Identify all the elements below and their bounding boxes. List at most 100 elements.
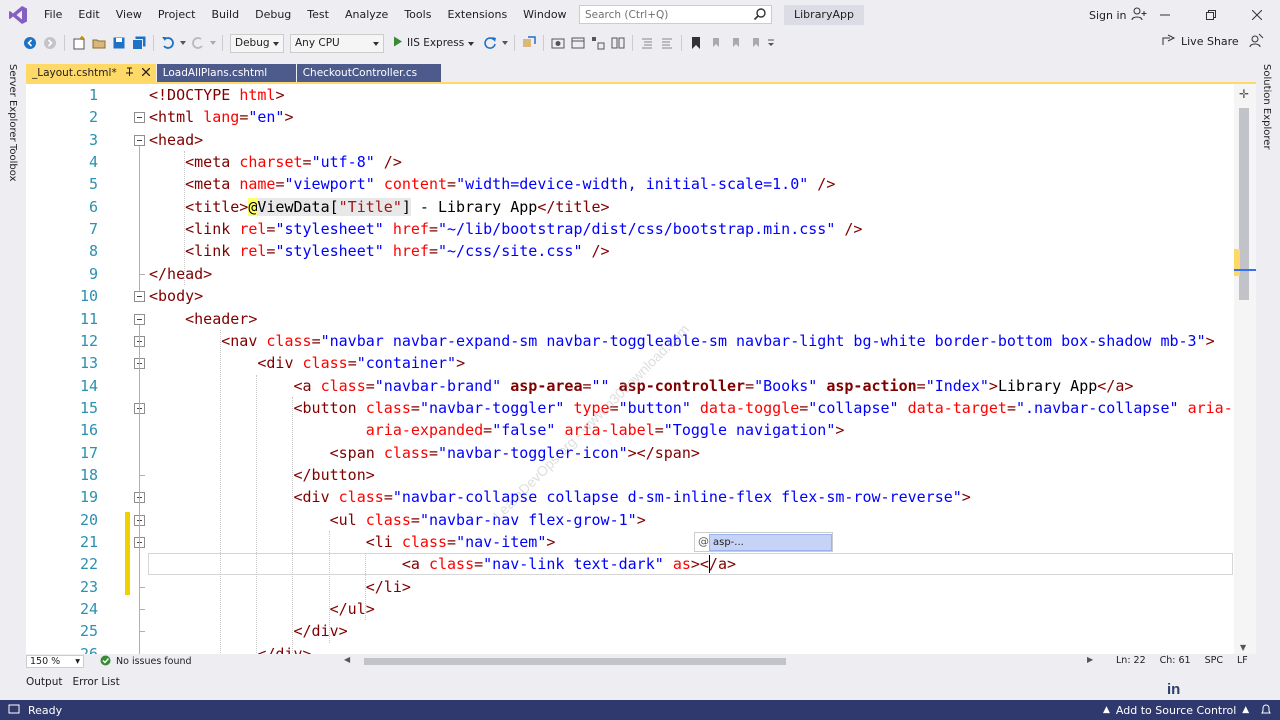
- add-to-source-control-button[interactable]: ▲ Add to Source Control ▲: [1103, 700, 1249, 720]
- tab-loadallplans-cshtml[interactable]: LoadAllPlans.cshtml: [156, 64, 296, 82]
- pin-icon[interactable]: [125, 64, 134, 82]
- collapse-region-icon[interactable]: [134, 112, 145, 124]
- code-line[interactable]: <ul class="navbar-nav flex-grow-1">: [149, 509, 646, 531]
- scroll-down-icon[interactable]: ▼: [1240, 643, 1246, 652]
- visual-studio-logo-icon[interactable]: [0, 0, 36, 30]
- toolbar-overflow-icon[interactable]: [766, 33, 776, 53]
- code-line[interactable]: </div>: [149, 643, 311, 654]
- intellisense-popup[interactable]: @ asp-...: [694, 532, 833, 552]
- zoom-dropdown[interactable]: 150 % ▾: [26, 655, 84, 668]
- code-line[interactable]: <div class="navbar-collapse collapse d-s…: [149, 486, 971, 508]
- live-share-button[interactable]: Live Share: [1162, 34, 1239, 49]
- issues-indicator[interactable]: No issues found: [100, 655, 192, 669]
- menu-item-view[interactable]: View: [108, 0, 150, 30]
- sign-in-button[interactable]: Sign in: [1089, 0, 1147, 30]
- menu-item-debug[interactable]: Debug: [247, 0, 299, 30]
- tab-layout-cshtml[interactable]: _Layout.cshtml*: [26, 64, 156, 82]
- horizontal-scrollbar[interactable]: [364, 658, 1089, 665]
- completion-item[interactable]: asp-...: [709, 533, 832, 551]
- search-input[interactable]: Search (Ctrl+Q): [579, 5, 772, 24]
- code-line[interactable]: <head>: [149, 129, 203, 151]
- code-line[interactable]: aria-expanded="false" aria-label="Toggle…: [149, 419, 845, 441]
- code-line[interactable]: <link rel="stylesheet" href="~/css/site.…: [149, 240, 609, 262]
- tab-error-list[interactable]: Error List: [72, 676, 119, 692]
- code-line[interactable]: <a class="nav-link text-dark" as></a>: [149, 553, 736, 575]
- undo-dropdown-icon[interactable]: [178, 33, 188, 53]
- vertical-scrollbar[interactable]: ✛ ▼: [1234, 84, 1256, 654]
- collapse-region-icon[interactable]: [134, 313, 145, 325]
- menu-item-analyze[interactable]: Analyze: [337, 0, 396, 30]
- tab-checkoutcontroller-cs[interactable]: CheckoutController.cs: [296, 64, 441, 82]
- code-line[interactable]: <html lang="en">: [149, 106, 294, 128]
- code-area[interactable]: <!DOCTYPE html> <html lang="en"> <head> <m…: [149, 84, 1239, 654]
- feedback-icon[interactable]: [1248, 33, 1264, 52]
- server-explorer-tab[interactable]: Server Explorer: [7, 64, 18, 142]
- uncomment-icon[interactable]: [657, 33, 677, 53]
- menu-item-test[interactable]: Test: [299, 0, 337, 30]
- redo-dropdown-icon[interactable]: [208, 33, 218, 53]
- distribute-icon[interactable]: [608, 33, 628, 53]
- scrollbar-thumb[interactable]: [364, 658, 786, 665]
- code-line[interactable]: <meta charset="utf-8" />: [149, 151, 402, 173]
- code-line[interactable]: <header>: [149, 308, 257, 330]
- restore-icon[interactable]: [1188, 0, 1234, 30]
- scroll-right-icon[interactable]: ▶: [1087, 655, 1093, 664]
- code-line[interactable]: </li>: [149, 576, 411, 598]
- code-editor[interactable]: 1 2 3 4 5 6 7 8 9 10 11 12 13 14 15 16 17 18 19 20 21 22 23 24 2…: [26, 84, 1256, 654]
- scroll-left-icon[interactable]: ◀: [344, 655, 350, 664]
- code-line[interactable]: <button class="navbar-toggler" type="but…: [149, 397, 1240, 419]
- code-line[interactable]: <body>: [149, 285, 203, 307]
- menu-item-project[interactable]: Project: [150, 0, 204, 30]
- layout-icon[interactable]: [568, 33, 588, 53]
- new-project-icon[interactable]: [69, 33, 89, 53]
- screenshot-icon[interactable]: [548, 33, 568, 53]
- comment-icon[interactable]: [637, 33, 657, 53]
- tab-output[interactable]: Output: [26, 676, 62, 692]
- code-line[interactable]: <!DOCTYPE html>: [149, 84, 284, 106]
- close-icon[interactable]: [1234, 0, 1280, 30]
- align-icon[interactable]: [588, 33, 608, 53]
- menu-item-extensions[interactable]: Extensions: [439, 0, 515, 30]
- browser-link-icon[interactable]: [519, 33, 539, 53]
- whitespace-mode[interactable]: SPC: [1205, 655, 1223, 666]
- code-line[interactable]: <link rel="stylesheet" href="~/lib/boots…: [149, 218, 862, 240]
- platform-dropdown[interactable]: Any CPU: [290, 33, 384, 53]
- split-window-icon[interactable]: ✛: [1239, 87, 1249, 101]
- collapse-region-icon[interactable]: [134, 134, 145, 146]
- undo-icon[interactable]: [158, 33, 178, 53]
- forward-icon[interactable]: [40, 33, 60, 53]
- back-icon[interactable]: [20, 33, 40, 53]
- next-bookmark-icon[interactable]: [726, 33, 746, 53]
- collapse-region-icon[interactable]: [134, 291, 145, 303]
- clear-bookmarks-icon[interactable]: [746, 33, 766, 53]
- save-all-icon[interactable]: [129, 33, 149, 53]
- line-ending[interactable]: LF: [1237, 655, 1248, 666]
- refresh-dropdown-icon[interactable]: [500, 33, 510, 53]
- code-line[interactable]: </head>: [149, 263, 212, 285]
- notifications-icon[interactable]: [1260, 704, 1272, 719]
- code-line[interactable]: <meta name="viewport" content="width=dev…: [149, 173, 835, 195]
- menu-item-tools[interactable]: Tools: [396, 0, 439, 30]
- open-folder-icon[interactable]: [89, 33, 109, 53]
- close-tab-icon[interactable]: [141, 64, 151, 82]
- menu-item-edit[interactable]: Edit: [70, 0, 107, 30]
- menu-item-file[interactable]: File: [36, 0, 70, 30]
- minimize-icon[interactable]: [1142, 0, 1188, 30]
- code-line[interactable]: <span class="navbar-toggler-icon"></span…: [149, 442, 700, 464]
- configuration-dropdown[interactable]: Debug: [230, 33, 284, 53]
- bookmark-icon[interactable]: [686, 33, 706, 53]
- toolbox-tab[interactable]: Toolbox: [7, 144, 18, 182]
- prev-bookmark-icon[interactable]: [706, 33, 726, 53]
- save-icon[interactable]: [109, 33, 129, 53]
- refresh-icon[interactable]: [480, 33, 500, 53]
- code-line[interactable]: </button>: [149, 464, 375, 486]
- scrollbar-thumb[interactable]: [1239, 108, 1249, 300]
- redo-icon[interactable]: [188, 33, 208, 53]
- code-line[interactable]: </ul>: [149, 598, 375, 620]
- code-line[interactable]: <title>@ViewData["Title"] - Library App<…: [149, 196, 610, 218]
- menu-item-window[interactable]: Window: [515, 0, 574, 30]
- solution-explorer-tab[interactable]: Solution Explorer: [1261, 64, 1272, 150]
- start-debugging-button[interactable]: IIS Express: [387, 33, 480, 53]
- code-line[interactable]: <div class="container">: [149, 352, 465, 374]
- code-line[interactable]: <li class="nav-item">: [149, 531, 556, 553]
